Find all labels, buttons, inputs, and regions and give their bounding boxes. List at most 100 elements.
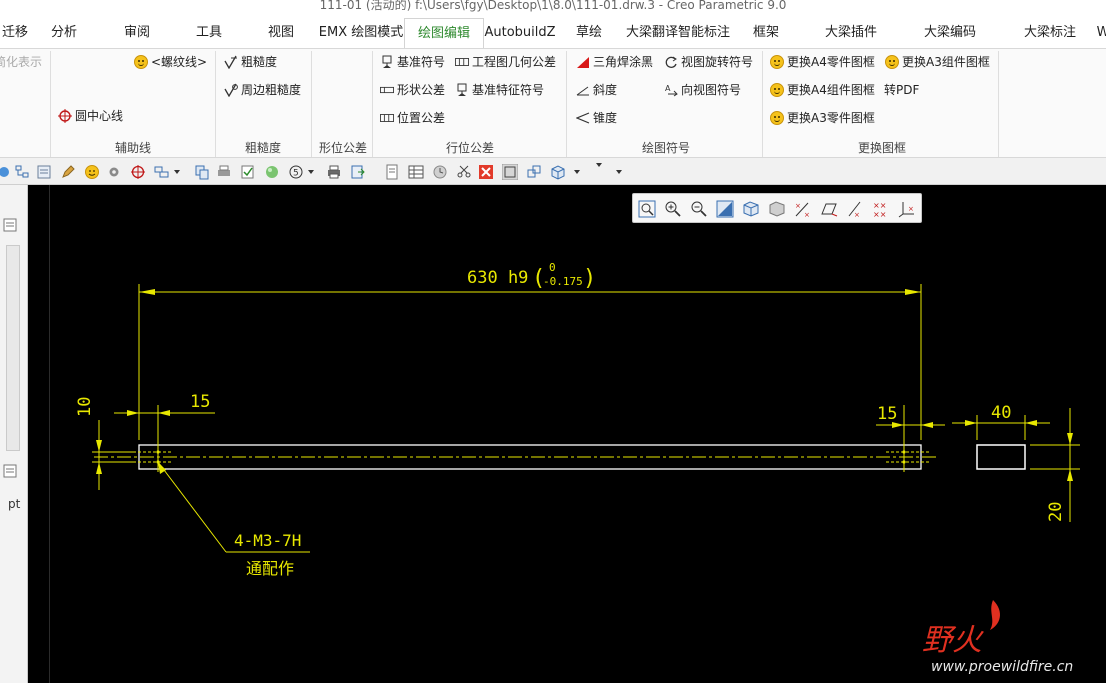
page-icon[interactable] [384, 164, 400, 180]
circle-center-line-button[interactable]: 圆中心线 [58, 107, 123, 125]
scissors-icon[interactable] [456, 164, 472, 180]
rotate-icon [665, 56, 677, 68]
dim-section-height-text[interactable]: 20 [1046, 502, 1066, 522]
dropdown-arrow-icon[interactable] [614, 167, 624, 177]
graphics-area[interactable]: 630 h9 ( 0 -0.175 ) 15 15 10 4-M3-7H 通配作… [50, 185, 1106, 683]
dropdown-arrow-icon[interactable] [172, 167, 182, 177]
note-thread-text[interactable]: 4-M3-7H [234, 531, 301, 550]
tab-beam-code[interactable]: 大梁编码 [916, 18, 984, 48]
dim-left-hole-text[interactable]: 15 [190, 392, 210, 412]
tab-beam-annotation[interactable]: 大梁标注 [1016, 18, 1084, 48]
dim-right-hole-text[interactable]: 15 [877, 404, 897, 424]
table-icon[interactable] [408, 164, 424, 180]
replace-a4-part-frame-button[interactable]: 更换A4零件图框 [770, 53, 875, 71]
triangle-weld-button[interactable]: 三角焊涂黑 [576, 53, 653, 71]
group-separator [215, 51, 216, 157]
point-tag-display-icon[interactable]: ×××× [872, 200, 890, 218]
panel-scrollbar[interactable] [6, 245, 20, 451]
tab-beam-translate[interactable]: 大梁翻译智能标注 [620, 18, 736, 48]
roughness-icon [224, 55, 237, 69]
target-icon[interactable] [130, 164, 146, 180]
refit-icon[interactable] [638, 200, 656, 218]
tab-w[interactable]: W [1096, 18, 1106, 48]
tree-icon[interactable] [14, 164, 30, 180]
drawing-canvas[interactable]: 630 h9 ( 0 -0.175 ) 15 15 10 4-M3-7H 通配作… [50, 185, 1106, 683]
tab-drawing-edit[interactable]: 绘图编辑 [404, 18, 484, 49]
dim-height-text[interactable]: 10 [75, 397, 95, 417]
slope-button[interactable]: 斜度 [576, 81, 617, 99]
watermark-logo-text: 野火 [922, 623, 984, 658]
shade-icon[interactable] [768, 200, 786, 218]
dropdown-arrow-icon[interactable] [572, 167, 582, 177]
view-rotation-symbol-button[interactable]: 视图旋转符号 [664, 53, 753, 71]
geometric-tolerance-button[interactable]: 工程图几何公差 [455, 53, 556, 71]
circled-number-icon[interactable]: 5 [288, 164, 304, 180]
panel-list-icon[interactable] [2, 217, 18, 233]
tab-autobuildz[interactable]: AutobuildZ [484, 18, 556, 48]
thread-line-button[interactable]: <螺纹线> [134, 53, 207, 71]
layout-icon[interactable] [154, 164, 170, 180]
taper-button[interactable]: 锥度 [576, 109, 617, 127]
smiley-icon [770, 111, 784, 125]
replace-a3-assembly-frame-button[interactable]: 更换A3组件图框 [885, 53, 990, 71]
csys-display-icon[interactable]: × [898, 200, 916, 218]
tab-beam-plugin[interactable]: 大梁插件 [818, 18, 884, 48]
tab-sketch[interactable]: 草绘 [570, 18, 608, 48]
printer-icon[interactable] [326, 164, 342, 180]
smiley-icon[interactable] [84, 164, 100, 180]
dim-section-width-text[interactable]: 40 [991, 403, 1011, 423]
gear-icon[interactable] [106, 164, 122, 180]
clock-icon[interactable] [432, 164, 448, 180]
to-pdf-button[interactable]: 转PDF [884, 81, 919, 99]
copy-icon[interactable] [194, 164, 210, 180]
direction-view-symbol-button[interactable]: A 向视图符号 [664, 81, 741, 99]
cube-icon[interactable] [550, 164, 566, 180]
panel-doc-icon[interactable] [2, 463, 18, 479]
dropdown-arrow-icon[interactable] [306, 167, 316, 177]
move-view-icon[interactable] [526, 164, 542, 180]
tab-tools[interactable]: 工具 [190, 18, 228, 48]
note-match-text[interactable]: 通配作 [246, 559, 294, 578]
dim-overall-text[interactable]: 630 h9 [467, 268, 528, 288]
datum-feature-symbol-button[interactable]: 基准特征符号 [455, 81, 544, 99]
tab-frame[interactable]: 框架 [746, 18, 786, 48]
delete-icon[interactable] [478, 164, 494, 180]
print-icon[interactable] [216, 164, 232, 180]
roughness-button[interactable]: 粗糙度 [224, 53, 277, 71]
zoom-out-icon[interactable] [690, 200, 708, 218]
datum-symbol-label: 基准符号 [397, 55, 446, 69]
arrow-head [139, 289, 155, 295]
perimeter-roughness-button[interactable]: 周边粗糙度 [224, 81, 301, 99]
tab-view[interactable]: 视图 [262, 18, 300, 48]
customize-arrow-icon[interactable] [594, 160, 604, 170]
sphere-icon[interactable] [264, 164, 280, 180]
section-outline[interactable] [976, 444, 1026, 470]
group-separator [372, 51, 373, 157]
tab-review[interactable]: 审阅 [118, 18, 156, 48]
edit-icon[interactable] [60, 164, 76, 180]
check-doc-icon[interactable] [240, 164, 256, 180]
datum-point-display-icon[interactable]: × [846, 200, 864, 218]
svg-text:×: × [908, 205, 914, 213]
datum-plane-display-icon[interactable] [820, 200, 838, 218]
panel-label: pt [8, 497, 21, 511]
tab-migrate[interactable]: 迁移 [0, 18, 32, 48]
replace-a4-assembly-frame-button[interactable]: 更换A4组件图框 [770, 81, 875, 99]
zoom-in-icon[interactable] [664, 200, 682, 218]
frame-select-icon[interactable] [502, 164, 518, 180]
position-tolerance-button[interactable]: 位置公差 [380, 109, 445, 127]
repaint-icon[interactable] [716, 200, 734, 218]
replace-a3-part-frame-button[interactable]: 更换A3零件图框 [770, 109, 875, 127]
tab-analysis[interactable]: 分析 [46, 18, 82, 48]
shape-tolerance-button[interactable]: 形状公差 [380, 81, 445, 99]
datum-axis-display-icon[interactable]: ×× [794, 200, 812, 218]
display-style-icon[interactable] [742, 200, 760, 218]
export-icon[interactable] [350, 164, 366, 180]
simplified-representation[interactable]: 简化表示 [0, 53, 42, 71]
creo-window: 111-01 (活动的) f:\Users\fgy\Desktop\1\8.0\… [0, 0, 1106, 683]
list-icon[interactable] [36, 164, 52, 180]
tab-emx-drawing[interactable]: EMX 绘图模式 [314, 18, 408, 48]
settings-icon[interactable] [0, 164, 12, 180]
panel-splitter[interactable] [28, 185, 50, 683]
datum-symbol-button[interactable]: 基准符号 [380, 53, 445, 71]
